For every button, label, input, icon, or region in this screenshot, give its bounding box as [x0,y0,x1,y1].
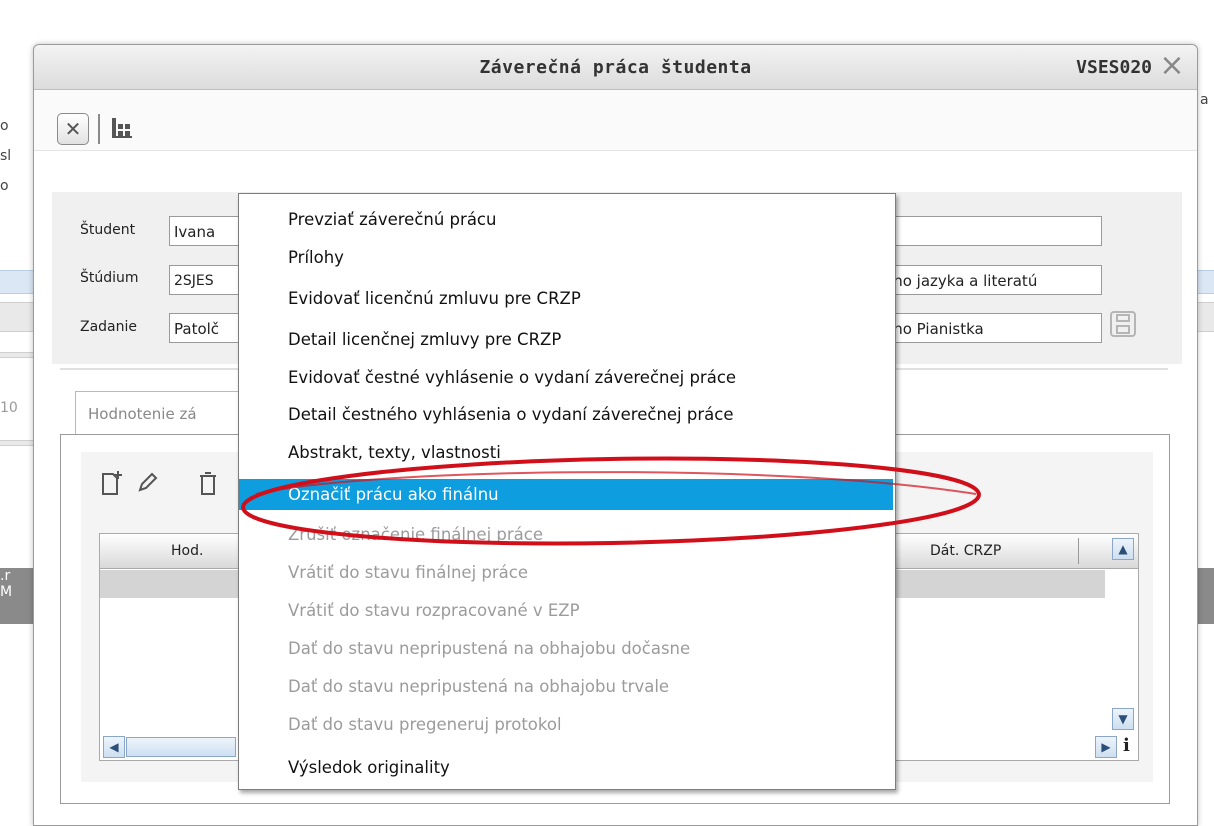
menu-item-zrusit-oznacenie[interactable]: Zrušiť označenie finálnej práce [239,519,893,550]
context-menu: Prevziať záverečnú prácu Prílohy Evidova… [238,193,896,790]
menu-item-vratit-rozpracovane[interactable]: Vrátiť do stavu rozpracované v EZP [239,595,893,626]
background-selected-row [1197,270,1214,294]
zadanie-field[interactable]: Patolč [169,313,244,343]
menu-item-oznacit-finalnu[interactable]: Označiť prácu ako finálnu [239,479,893,510]
scroll-up-button[interactable]: ▲ [1112,538,1134,560]
toolbar-separator [98,114,100,144]
dialog-titlebar[interactable]: Záverečná práca študenta VSES020 × [34,45,1197,90]
menu-item-abstrakt[interactable]: Abstrakt, texty, vlastnosti [239,437,893,468]
horizontal-scrollbar-thumb[interactable] [126,737,236,757]
student-right-field[interactable]: 0 [880,216,1102,246]
column-header-dat-crzp[interactable]: Dát. CRZP [930,543,1001,559]
printer-icon[interactable] [1110,311,1136,337]
background-fragment: o [0,118,9,134]
column-separator [1078,538,1079,564]
background-bar [0,352,33,358]
background-bar [0,302,33,332]
info-icon[interactable]: i [1123,735,1130,756]
background-fragment: o [0,178,9,194]
column-header-hod[interactable]: Hod. [171,543,203,559]
add-document-icon[interactable] [100,470,124,502]
menu-item-detail-licencnej-zmluvy[interactable]: Detail licenčnej zmluvy pre CRZP [239,324,893,355]
menu-item-vysledok-originality[interactable]: Výsledok originality [239,752,893,783]
close-button[interactable]: ✕ [57,113,89,145]
delete-icon[interactable] [196,470,220,502]
menu-item-nepripustena-docasne[interactable]: Dať do stavu nepripustená na obhajobu do… [239,633,893,664]
menu-item-vratit-finalnej[interactable]: Vrátiť do stavu finálnej práce [239,557,893,588]
studium-label: Štúdium [80,270,139,286]
edit-icon[interactable] [136,470,158,500]
menu-item-detail-cestneho-vyhlasenia[interactable]: Detail čestného vyhlásenia o vydaní záve… [239,399,893,430]
org-structure-icon[interactable] [110,116,134,140]
background-fragment: 10 [0,400,18,416]
close-icon[interactable]: × [1157,51,1187,81]
background-column: .r M [0,568,33,624]
menu-item-evidovat-licencnu-zmluvu[interactable]: Evidovať licenčnú zmluvu pre CRZP [239,283,893,314]
zadanie-right-field[interactable]: ého Pianistka [880,313,1102,343]
menu-item-pregeneruj-protokol[interactable]: Dať do stavu pregeneruj protokol [239,709,893,740]
background-bar [0,440,33,446]
tab-hodnotenie[interactable]: Hodnotenie zá [75,391,245,435]
menu-item-evidovat-cestne-vyhlasenie[interactable]: Evidovať čestné vyhlásenie o vydaní záve… [239,362,893,393]
dialog-code: VSES020 [1076,57,1152,78]
zadanie-label: Zadanie [80,319,138,335]
background-fragment: sl [0,148,12,164]
dialog-toolbar: ✕ [34,90,1197,151]
scroll-left-button[interactable]: ◀ [103,736,125,758]
background-fragment: a [1200,92,1209,108]
studium-right-field[interactable]: ého jazyka a literatú [880,265,1102,295]
student-label: Študent [80,222,136,238]
studium-field[interactable]: 2SJES [169,265,244,295]
background-bar [1197,302,1214,332]
menu-item-prilohy[interactable]: Prílohy [239,242,893,273]
scroll-right-button[interactable]: ▶ [1095,736,1117,758]
menu-item-nepripustena-trvale[interactable]: Dať do stavu nepripustená na obhajobu tr… [239,671,893,702]
menu-item-prevziat[interactable]: Prevziať záverečnú prácu [239,204,893,235]
background-column [1197,568,1214,624]
scroll-down-button[interactable]: ▼ [1112,708,1134,730]
student-field[interactable]: Ivana [169,216,244,246]
dialog-title: Záverečná práca študenta [479,57,752,78]
background-selected-row [0,270,33,294]
